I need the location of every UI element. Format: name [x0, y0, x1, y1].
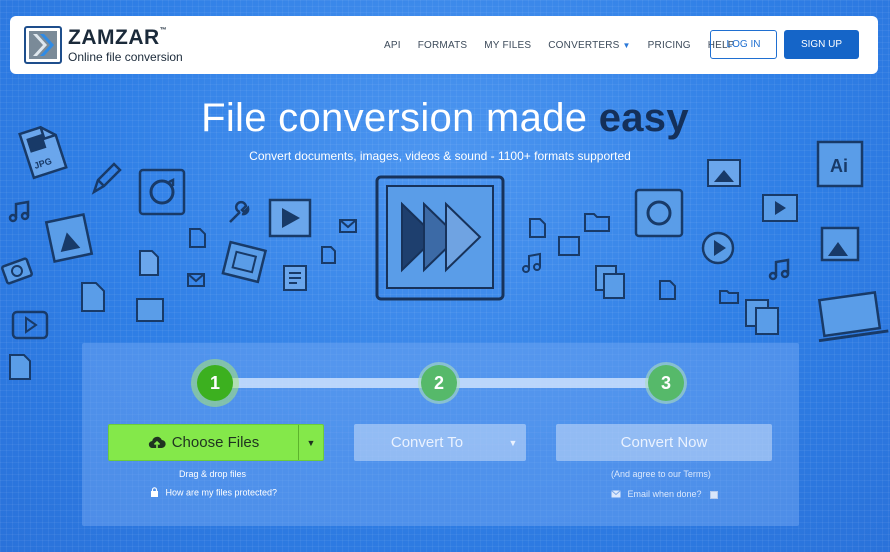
email-when-done-label: Email when done?	[627, 489, 702, 499]
file-icon	[186, 226, 208, 250]
folder-icon	[582, 208, 612, 234]
nav-converters-label: CONVERTERS	[548, 39, 620, 51]
login-button[interactable]: LOG IN	[710, 30, 777, 59]
camera-icon	[0, 254, 34, 288]
zamzar-logo[interactable]: ZAMZAR™ Online file conversion	[24, 26, 183, 64]
play-forward-icon	[374, 174, 506, 302]
files-protected-row: How are my files protected?	[150, 487, 277, 499]
mail-icon	[186, 272, 206, 288]
play-circle-icon	[698, 228, 738, 268]
main-nav: API FORMATS MY FILES CONVERTERS ▼ PRICING…	[384, 16, 752, 74]
hero-subtitle: Convert documents, images, videos & soun…	[249, 149, 631, 163]
film-icon	[220, 240, 268, 286]
image-small-icon	[556, 234, 582, 258]
nav-converters[interactable]: CONVERTERS ▼	[548, 40, 630, 51]
music-note-icon	[6, 198, 34, 226]
convert-now-button[interactable]: Convert Now	[556, 424, 772, 461]
convert-to-label: Convert To	[390, 434, 464, 451]
folder-icon-right	[718, 286, 740, 306]
video-play-icon	[266, 196, 314, 240]
choose-files-button[interactable]: Choose Files ▼	[108, 424, 324, 461]
email-when-done-row: Email when done?	[611, 489, 719, 500]
svg-text:Ai: Ai	[830, 156, 848, 176]
nav-formats[interactable]: FORMATS	[418, 40, 468, 51]
signup-button[interactable]: SIGN UP	[784, 30, 859, 59]
choose-files-main[interactable]: Choose Files	[109, 425, 299, 460]
step-3-indicator: 3	[648, 365, 684, 401]
drag-drop-hint: Drag & drop files	[179, 469, 247, 479]
audio-file-icon	[6, 352, 34, 382]
music-note-icon-right	[766, 256, 794, 284]
doc-icon	[318, 244, 338, 266]
logo-tagline: Online file conversion	[68, 50, 183, 64]
nav-pricing[interactable]: PRICING	[648, 40, 691, 51]
music-note-icon-center	[520, 250, 546, 276]
video-file-icon	[10, 308, 50, 342]
hero-title-emphasis: easy	[598, 96, 689, 140]
laptop-icon	[812, 290, 890, 344]
terms-agreement: (And agree to our Terms)	[611, 469, 711, 479]
chevron-down-icon: ▼	[508, 437, 518, 448]
lock-icon	[150, 487, 159, 499]
step-1-indicator: 1	[197, 365, 233, 401]
choose-files-label: Choose Files	[171, 434, 260, 451]
files-protected-link[interactable]: How are my files protected?	[166, 487, 278, 497]
envelope-icon	[338, 218, 358, 234]
logo-name: ZAMZAR™	[68, 26, 168, 49]
step-2-indicator: 2	[421, 365, 457, 401]
agree-text: (And agree to our	[611, 469, 684, 479]
copy-icon-right	[742, 296, 782, 338]
wrench-icon	[226, 200, 252, 226]
copy-files-icon	[592, 262, 630, 302]
ai-file-icon: Ai	[814, 138, 866, 190]
document-icon	[280, 262, 310, 294]
upload-cloud-icon	[148, 436, 166, 450]
hero-title: File conversion made easy	[0, 96, 890, 141]
envelope-icon-small	[611, 489, 621, 500]
doc-icon-right	[656, 278, 678, 302]
logo-chevron-icon	[24, 26, 62, 64]
nav-api[interactable]: API	[384, 40, 401, 51]
image-file-icon	[44, 212, 94, 264]
jpg-file-icon: JPG	[14, 122, 70, 180]
mov-file-icon	[78, 280, 108, 314]
choose-files-dropdown-caret-icon[interactable]: ▼	[299, 438, 323, 448]
top-navbar: ZAMZAR™ Online file conversion API FORMA…	[10, 16, 878, 74]
agree-close: )	[707, 469, 711, 479]
caret-down-icon: ▼	[622, 40, 631, 50]
mp3-file-icon	[136, 248, 162, 278]
terms-link[interactable]: Terms	[683, 469, 708, 479]
refresh-icon	[136, 166, 188, 218]
nav-my-files[interactable]: MY FILES	[484, 40, 531, 51]
pencil-icon	[86, 158, 122, 198]
email-when-done-checkbox[interactable]	[710, 490, 719, 499]
gallery-icon	[818, 222, 862, 266]
convert-to-select[interactable]: Convert To ▼	[354, 424, 526, 461]
photo-icon	[134, 296, 166, 324]
hero-title-main: File conversion made	[201, 96, 599, 140]
small-file-icon	[526, 216, 548, 240]
image-icon-right	[704, 156, 744, 190]
video-icon	[760, 192, 800, 224]
refresh-icon-right	[632, 186, 686, 240]
